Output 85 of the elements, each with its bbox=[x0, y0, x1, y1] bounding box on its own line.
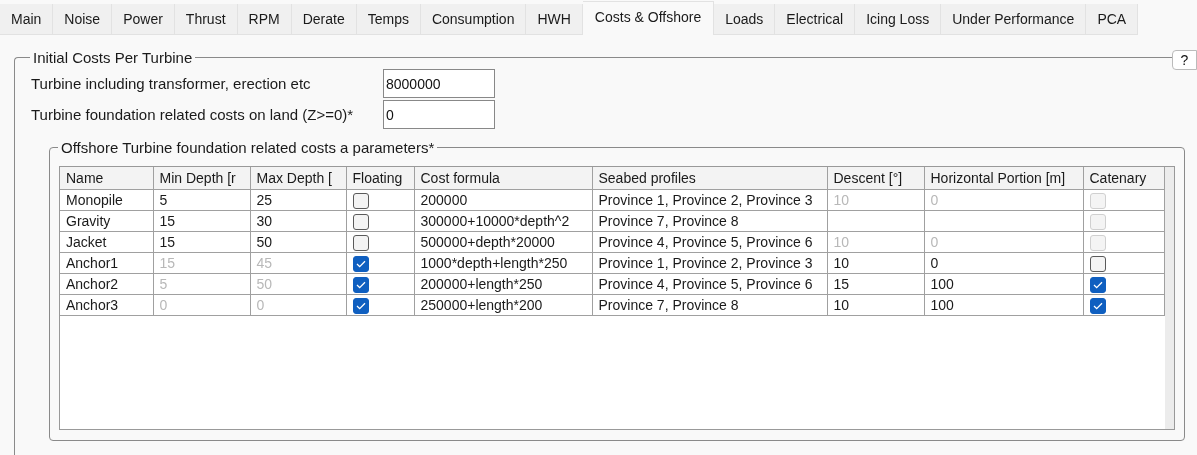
table-cell: Anchor2 bbox=[60, 273, 153, 295]
column-header[interactable]: Min Depth [r bbox=[153, 167, 250, 190]
table-cell: 100 bbox=[924, 294, 1083, 316]
table-cell: Gravity bbox=[60, 210, 153, 232]
table-cell: Monopile bbox=[60, 189, 153, 211]
tab[interactable]: Costs & Offshore bbox=[582, 1, 715, 35]
column-header[interactable]: Cost formula bbox=[414, 167, 592, 190]
column-header[interactable]: Max Depth [ bbox=[250, 167, 346, 190]
tab[interactable]: HWH bbox=[526, 4, 583, 35]
table-cell: 10 bbox=[827, 231, 924, 253]
check-icon bbox=[355, 280, 366, 289]
checkbox[interactable] bbox=[352, 255, 369, 272]
checkbox[interactable] bbox=[352, 213, 369, 230]
table-cell: 30 bbox=[250, 210, 346, 232]
table-cell: 0 bbox=[924, 231, 1083, 253]
table-cell: Anchor3 bbox=[60, 294, 153, 316]
table-cell: Province 7, Province 8 bbox=[592, 210, 827, 232]
table-cell: 15 bbox=[153, 210, 250, 232]
table-cell: 10 bbox=[827, 294, 924, 316]
table-cell: 100 bbox=[924, 273, 1083, 295]
tab[interactable]: Thrust bbox=[174, 4, 238, 35]
table-cell: 15 bbox=[153, 231, 250, 253]
table-cell: Province 4, Province 5, Province 6 bbox=[592, 231, 827, 253]
table-cell: 5 bbox=[153, 189, 250, 211]
table-cell: Province 1, Province 2, Province 3 bbox=[592, 189, 827, 211]
check-icon bbox=[1092, 301, 1103, 310]
checkbox[interactable] bbox=[1089, 276, 1106, 293]
check-icon bbox=[355, 259, 366, 268]
field-label: Turbine foundation related costs on land (Z>=0)* bbox=[31, 105, 355, 123]
group-title: Offshore Turbine foundation related costs a parameters* bbox=[60, 139, 436, 156]
table-cell: 250000+length*200 bbox=[414, 294, 592, 316]
tab[interactable]: Icing Loss bbox=[855, 4, 942, 35]
tab[interactable]: Derate bbox=[291, 4, 357, 35]
input-field[interactable]: 8000000 bbox=[383, 68, 495, 98]
table-cell: Anchor1 bbox=[60, 252, 153, 274]
table-cell: 10 bbox=[827, 189, 924, 211]
checkbox[interactable] bbox=[1089, 297, 1106, 314]
table-cell: 15 bbox=[827, 273, 924, 295]
tab[interactable]: RPM bbox=[237, 4, 292, 35]
table-cell: 10 bbox=[827, 252, 924, 274]
column-header[interactable]: Horizontal Portion [m] bbox=[924, 167, 1083, 190]
input-field[interactable]: 0 bbox=[383, 99, 495, 129]
table-cell: Jacket bbox=[60, 231, 153, 253]
tab[interactable]: Temps bbox=[356, 4, 421, 35]
checkbox[interactable] bbox=[1089, 255, 1106, 272]
tab[interactable]: Main bbox=[0, 4, 54, 35]
help-button[interactable]: ? bbox=[1172, 50, 1197, 70]
checkbox[interactable] bbox=[352, 297, 369, 314]
field-label: Turbine including transformer, erection etc bbox=[31, 74, 312, 92]
check-icon bbox=[355, 301, 366, 310]
table-cell: 0 bbox=[153, 294, 250, 316]
table-cell: 25 bbox=[250, 189, 346, 211]
table-cell: 15 bbox=[153, 252, 250, 274]
table-cell: 50 bbox=[250, 273, 346, 295]
tab[interactable]: Loads bbox=[714, 4, 776, 35]
table-cell: 200000 bbox=[414, 189, 592, 211]
checkbox[interactable] bbox=[352, 234, 369, 251]
table-cell: 1000*depth+length*250 bbox=[414, 252, 592, 274]
tab[interactable]: Power bbox=[112, 4, 175, 35]
tab[interactable]: Consumption bbox=[420, 4, 527, 35]
table-cell: 0 bbox=[924, 252, 1083, 274]
table-cell: 0 bbox=[924, 189, 1083, 211]
tab[interactable]: Noise bbox=[53, 4, 113, 35]
table-cell: 45 bbox=[250, 252, 346, 274]
tab[interactable]: PCA bbox=[1086, 4, 1139, 35]
tab[interactable]: Under Performance bbox=[941, 4, 1087, 35]
column-header[interactable]: Floating bbox=[346, 167, 414, 190]
table-cell: Province 1, Province 2, Province 3 bbox=[592, 252, 827, 274]
column-header[interactable]: Descent [°] bbox=[827, 167, 924, 190]
table-cell: 300000+10000*depth^2 bbox=[414, 210, 592, 232]
tab[interactable]: Electrical bbox=[775, 4, 856, 35]
group-title: Initial Costs Per Turbine bbox=[32, 49, 194, 66]
column-header[interactable]: Catenary bbox=[1083, 167, 1164, 190]
column-header[interactable]: Seabed profiles bbox=[592, 167, 827, 190]
table-cell: 500000+depth*20000 bbox=[414, 231, 592, 253]
checkbox[interactable] bbox=[352, 192, 369, 209]
table-cell: Province 4, Province 5, Province 6 bbox=[592, 273, 827, 295]
table-cell: 0 bbox=[250, 294, 346, 316]
table-cell: 5 bbox=[153, 273, 250, 295]
table-cell: Province 7, Province 8 bbox=[592, 294, 827, 316]
table-cell: 50 bbox=[250, 231, 346, 253]
table-cell: 200000+length*250 bbox=[414, 273, 592, 295]
check-icon bbox=[1092, 280, 1103, 289]
checkbox[interactable] bbox=[352, 276, 369, 293]
column-header[interactable]: Name bbox=[60, 167, 153, 190]
